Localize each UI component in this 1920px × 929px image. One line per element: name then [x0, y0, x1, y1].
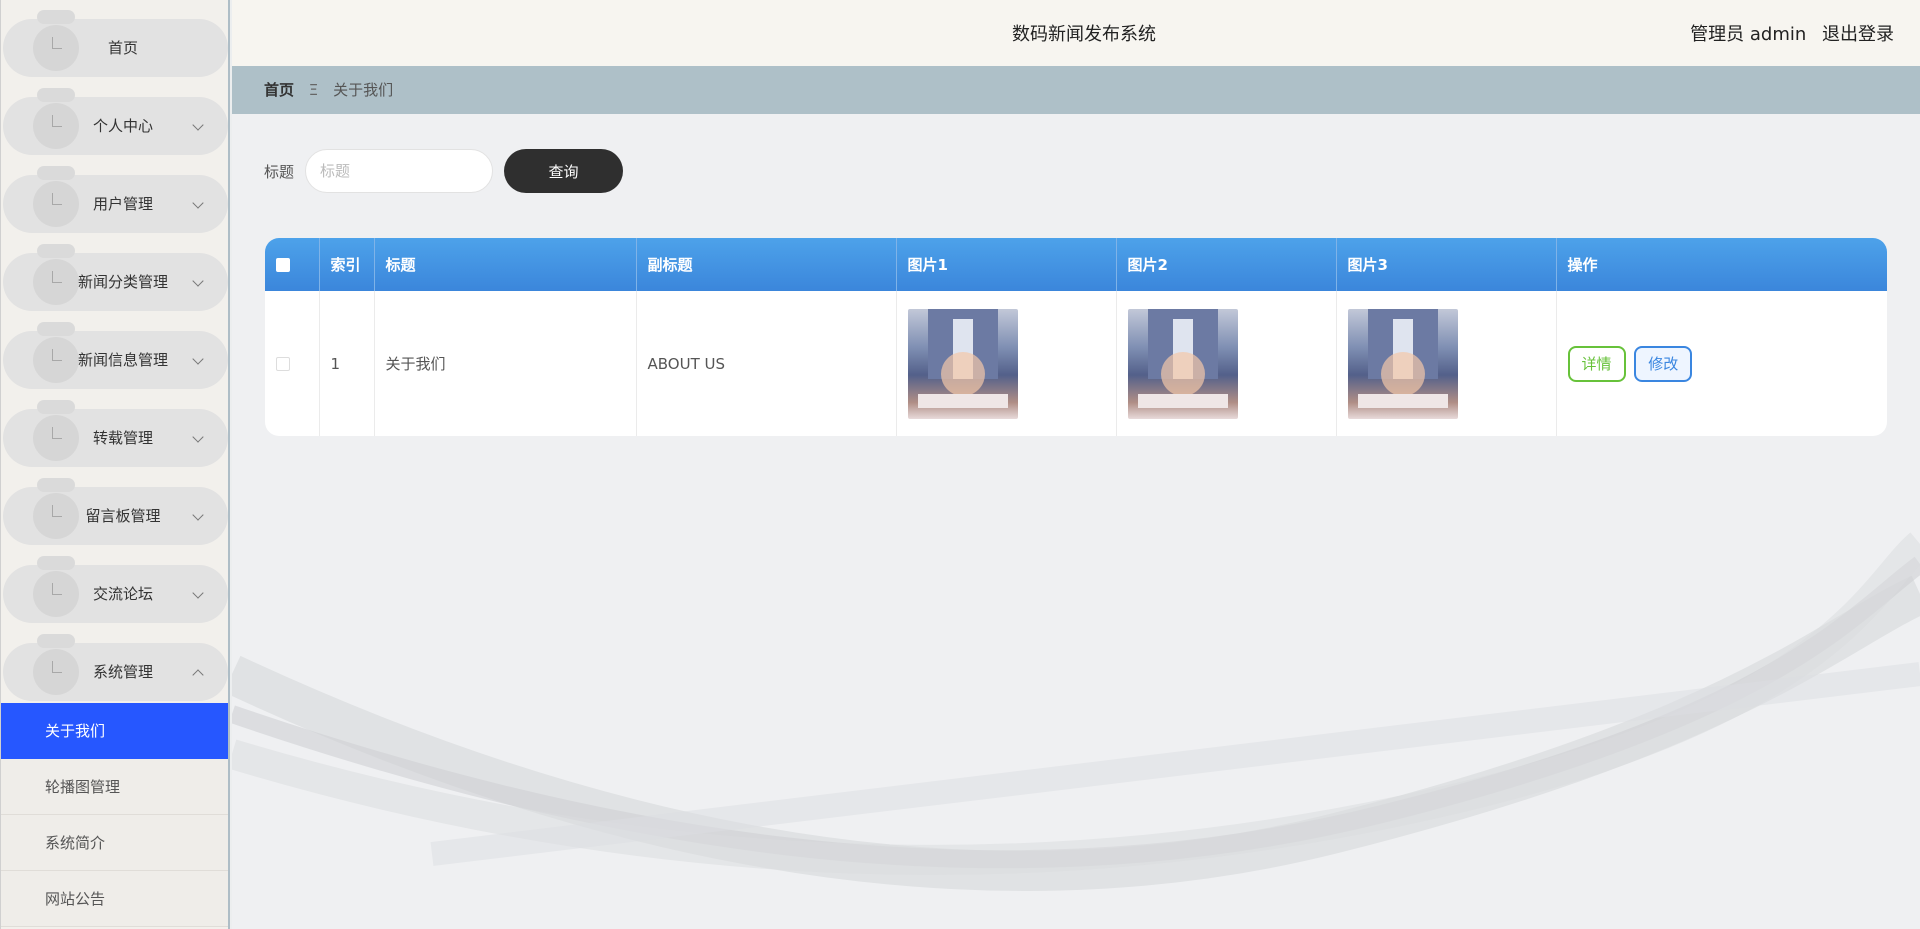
system-submenu: 关于我们 轮播图管理 系统简介 网站公告 [1, 703, 228, 927]
breadcrumb-home[interactable]: 首页 [264, 81, 294, 99]
row-title: 关于我们 [374, 291, 637, 436]
sidebar-item-forum[interactable]: 交流论坛 [3, 556, 228, 623]
data-table: 索引 标题 副标题 图片1 图片2 图片3 操作 1 关于我们 ABOUT US [265, 238, 1887, 436]
header-image1: 图片1 [896, 238, 1117, 291]
title-search-input[interactable] [305, 149, 493, 193]
header-select-all [265, 238, 320, 291]
sidebar-item-label: 交流论坛 [92, 585, 153, 603]
header-image3: 图片3 [1336, 238, 1557, 291]
chevron-down-icon [192, 275, 204, 287]
background-decoration [232, 532, 1920, 891]
breadcrumb: 首页 Ξ 关于我们 [232, 66, 1920, 114]
detail-button[interactable]: 详情 [1567, 345, 1626, 382]
chevron-down-icon [192, 197, 204, 209]
sidebar-item-repost[interactable]: 转载管理 [3, 400, 228, 467]
user-info: 管理员 admin 退出登录 [1680, 20, 1894, 46]
thumbnail-image-1[interactable] [907, 308, 1018, 419]
sidebar-item-label: 转载管理 [92, 429, 153, 447]
thumbnail-image-3[interactable] [1347, 308, 1458, 419]
current-user: 管理员 admin [1690, 24, 1807, 45]
header-title: 标题 [374, 238, 637, 291]
sidebar-item-message-board[interactable]: 留言板管理 [3, 478, 228, 545]
breadcrumb-current: 关于我们 [333, 81, 394, 99]
submenu-item-system-intro[interactable]: 系统简介 [1, 815, 228, 871]
search-button[interactable]: 查询 [504, 149, 623, 193]
app-title: 数码新闻发布系统 [1012, 24, 1156, 45]
chevron-down-icon [192, 353, 204, 365]
logout-link[interactable]: 退出登录 [1822, 24, 1894, 45]
row-checkbox[interactable] [276, 357, 290, 371]
sidebar-item-label: 系统管理 [92, 663, 153, 681]
submenu-item-about[interactable]: 关于我们 [1, 703, 228, 759]
sidebar-item-label: 用户管理 [92, 195, 153, 213]
row-subtitle: ABOUT US [636, 291, 897, 436]
submenu-item-announcement[interactable]: 网站公告 [1, 871, 228, 927]
chevron-down-icon [192, 587, 204, 599]
table-row: 1 关于我们 ABOUT US 详情 修改 [265, 291, 1887, 436]
header-index: 索引 [319, 238, 375, 291]
thumbnail-image-2[interactable] [1127, 308, 1238, 419]
chevron-down-icon [192, 119, 204, 131]
chevron-down-icon [192, 509, 204, 521]
content-background [232, 114, 1920, 929]
sidebar-item-label: 新闻信息管理 [77, 351, 168, 369]
header-subtitle: 副标题 [636, 238, 897, 291]
chevron-down-icon [192, 431, 204, 443]
sidebar-item-label: 新闻分类管理 [77, 273, 168, 291]
edit-button[interactable]: 修改 [1634, 345, 1693, 382]
table-header-row: 索引 标题 副标题 图片1 图片2 图片3 操作 [265, 238, 1887, 291]
submenu-item-carousel[interactable]: 轮播图管理 [1, 759, 228, 815]
sidebar-item-news-info[interactable]: 新闻信息管理 [3, 322, 228, 389]
sidebar-item-label: 个人中心 [92, 117, 153, 135]
search-label: 标题 [264, 163, 295, 181]
breadcrumb-separator: Ξ [308, 81, 319, 99]
sidebar-item-label: 留言板管理 [85, 507, 161, 525]
sidebar: 首页 个人中心 用户管理 新闻分类管理 新闻信息管理 转载管理 留言板管理 交流… [0, 0, 230, 929]
sidebar-item-news-category[interactable]: 新闻分类管理 [3, 244, 228, 311]
select-all-checkbox[interactable] [276, 258, 290, 272]
chevron-up-icon [192, 669, 204, 681]
sidebar-item-label: 首页 [107, 39, 138, 57]
sidebar-item-users[interactable]: 用户管理 [3, 166, 228, 233]
sidebar-item-profile[interactable]: 个人中心 [3, 88, 228, 155]
row-index: 1 [319, 291, 375, 436]
sidebar-item-home[interactable]: 首页 [3, 10, 228, 77]
header-image2: 图片2 [1116, 238, 1337, 291]
top-bar: 数码新闻发布系统 管理员 admin 退出登录 [232, 0, 1920, 66]
header-actions: 操作 [1567, 256, 1598, 274]
sidebar-item-system[interactable]: 系统管理 [3, 634, 228, 701]
